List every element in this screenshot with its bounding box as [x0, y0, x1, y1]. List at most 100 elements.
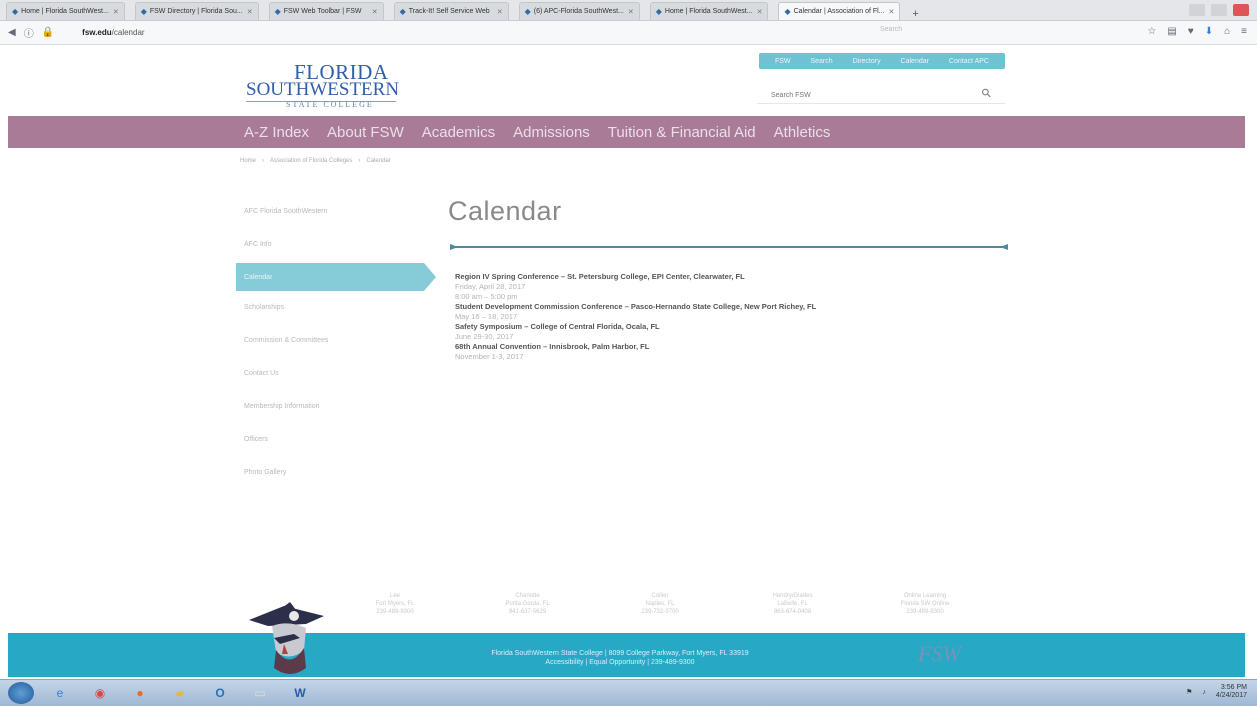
- main-nav-item[interactable]: A-Z Index: [244, 124, 309, 141]
- event-date: November 1-3, 2017: [455, 352, 524, 361]
- tab-close-icon[interactable]: ✕: [753, 8, 763, 16]
- tab-close-icon[interactable]: ✕: [109, 8, 119, 16]
- ie-icon[interactable]: e: [44, 682, 76, 704]
- breadcrumb-link[interactable]: Association of Florida Colleges: [270, 158, 352, 164]
- tab-label: (6) APC-Florida SouthWest...: [533, 8, 624, 15]
- chrome-icon[interactable]: ◉: [84, 682, 116, 704]
- document-icon[interactable]: ▭: [244, 682, 276, 704]
- utility-link[interactable]: Directory: [853, 58, 881, 65]
- main-nav-item[interactable]: Academics: [422, 124, 495, 141]
- sidebar-item[interactable]: Contact Us: [236, 357, 436, 390]
- breadcrumb-current: Calendar: [366, 158, 391, 164]
- outlook-icon[interactable]: O: [204, 682, 236, 704]
- minimize-button[interactable]: [1189, 4, 1205, 16]
- url-path: /calendar: [111, 28, 145, 37]
- title-divider: [450, 244, 1008, 250]
- browser-nav-bar: ◀ ⓘ 🔒 fsw.edu/calendar Search ☆ ▤ ♥ ⬇ ⌂ …: [0, 21, 1257, 45]
- event-title[interactable]: 68th Annual Convention – Innisbrook, Pal…: [455, 342, 1015, 352]
- browser-toolbar-icons: ☆ ▤ ♥ ⬇ ⌂ ≡: [1147, 26, 1247, 37]
- campus-info[interactable]: Collier Naples, FL 239-732-3700: [605, 592, 715, 626]
- tab-label: FSW Directory | Florida Sou...: [149, 8, 243, 15]
- tab-close-icon[interactable]: ✕: [624, 8, 634, 16]
- footer-links[interactable]: Accessibility | Equal Opportunity | 239-…: [440, 658, 800, 667]
- event-title[interactable]: Safety Symposium – College of Central Fl…: [455, 322, 1015, 332]
- sidebar-item[interactable]: Officers: [236, 423, 436, 456]
- browser-search-box[interactable]: Search: [800, 26, 1060, 40]
- search-icon[interactable]: ⚲: [979, 85, 995, 101]
- tray-flag-icon[interactable]: ⚑: [1186, 688, 1192, 696]
- logo-line-3: STATE COLLEGE: [286, 100, 374, 109]
- main-nav-item[interactable]: Athletics: [774, 124, 831, 141]
- firefox-icon[interactable]: ●: [124, 682, 156, 704]
- sidebar-item[interactable]: Photo Gallery: [236, 456, 436, 489]
- utility-links-bar: FSW Search Directory Calendar Contact AP…: [759, 53, 1005, 69]
- browser-tab[interactable]: ◆ Home | Florida SouthWest... ✕: [6, 2, 125, 20]
- tab-close-icon[interactable]: ✕: [493, 8, 503, 16]
- search-input[interactable]: [757, 86, 977, 105]
- event-title[interactable]: Student Development Commission Conferenc…: [455, 302, 1015, 312]
- back-arrow-icon[interactable]: ◀: [8, 27, 16, 38]
- tab-favicon-icon: ◆: [12, 7, 19, 16]
- main-nav-item[interactable]: Tuition & Financial Aid: [608, 124, 756, 141]
- utility-link[interactable]: Contact APC: [949, 58, 989, 65]
- event-date: June 29-30, 2017: [455, 332, 514, 341]
- breadcrumb-link[interactable]: Home: [240, 158, 256, 164]
- main-nav-item[interactable]: Admissions: [513, 124, 590, 141]
- footer-logo[interactable]: FSW: [918, 641, 961, 667]
- campus-info[interactable]: Lee Fort Myers, FL 239-489-9300: [340, 592, 450, 626]
- main-nav-item[interactable]: About FSW: [327, 124, 404, 141]
- footer-address: Florida SouthWestern State College | 809…: [491, 650, 749, 657]
- tab-label: Track-It! Self Service Web: [408, 8, 490, 15]
- campus-info[interactable]: Hendry/Glades LaBelle, FL 863-674-0408: [738, 592, 848, 626]
- windows-taskbar: e ◉ ● ▰ O ▭ W ⚑ ♪ 3:56 PM 4/24/2017: [0, 679, 1257, 706]
- tab-favicon-icon: ◆: [274, 7, 281, 16]
- page-title: Calendar: [448, 196, 562, 226]
- reading-list-icon[interactable]: ▤: [1167, 26, 1176, 37]
- url-bar[interactable]: fsw.edu/calendar: [82, 28, 144, 37]
- tab-close-icon[interactable]: ✕: [243, 8, 253, 16]
- browser-tab[interactable]: ◆ Track-It! Self Service Web ✕: [393, 2, 509, 20]
- sidebar-item[interactable]: Membership Information: [236, 390, 436, 423]
- tab-label: Calendar | Association of Fl...: [793, 8, 885, 15]
- browser-tab-active[interactable]: ◆ Calendar | Association of Fl... ✕: [778, 2, 901, 20]
- browser-tab[interactable]: ◆ (6) APC-Florida SouthWest... ✕: [518, 2, 640, 20]
- tab-close-icon[interactable]: ✕: [368, 8, 378, 16]
- sidebar-item[interactable]: Scholarships: [236, 291, 436, 324]
- sidebar-item-active[interactable]: Calendar: [236, 263, 436, 291]
- pocket-icon[interactable]: ♥: [1188, 26, 1194, 37]
- sidebar-item[interactable]: Commission & Committees: [236, 324, 436, 357]
- bookmark-star-icon[interactable]: ☆: [1147, 26, 1156, 37]
- lock-icon: 🔒: [41, 27, 55, 38]
- close-window-button[interactable]: [1233, 4, 1249, 16]
- utility-link[interactable]: FSW: [775, 58, 791, 65]
- utility-link[interactable]: Search: [810, 58, 832, 65]
- browser-tab[interactable]: ◆ FSW Web Toolbar | FSW ✕: [268, 2, 384, 20]
- folder-icon[interactable]: ▰: [164, 682, 196, 704]
- home-icon[interactable]: ⌂: [1224, 26, 1230, 37]
- site-search: ⚲: [757, 84, 1005, 105]
- menu-icon[interactable]: ≡: [1241, 26, 1247, 37]
- volume-icon[interactable]: ♪: [1202, 689, 1206, 696]
- maximize-button[interactable]: [1211, 4, 1227, 16]
- tab-favicon-icon: ◆: [399, 7, 406, 16]
- info-icon[interactable]: ⓘ: [24, 25, 34, 40]
- new-tab-button[interactable]: +: [912, 8, 918, 20]
- tab-close-icon[interactable]: ✕: [885, 8, 895, 16]
- clock[interactable]: 3:56 PM 4/24/2017: [1216, 684, 1247, 700]
- tab-label: Home | Florida SouthWest...: [21, 8, 109, 15]
- browser-tab[interactable]: ◆ Home | Florida SouthWest... ✕: [649, 2, 769, 20]
- event-item: Region IV Spring Conference – St. Peters…: [455, 272, 1015, 302]
- campus-info[interactable]: Charlotte Punta Gorda, FL 941-637-5629: [473, 592, 583, 626]
- campus-info[interactable]: Online Learning Florida SW Online 239-489-…: [870, 592, 980, 626]
- sidebar-nav: AFC Florida SouthWestern AFC Info Calend…: [236, 195, 436, 489]
- sidebar-item[interactable]: AFC Florida SouthWestern: [236, 195, 436, 228]
- browser-tab[interactable]: ◆ FSW Directory | Florida Sou... ✕: [134, 2, 259, 20]
- event-title[interactable]: Region IV Spring Conference – St. Peters…: [455, 272, 1015, 282]
- start-button[interactable]: [8, 682, 34, 704]
- sidebar-item[interactable]: AFC Info: [236, 228, 436, 261]
- download-icon[interactable]: ⬇: [1205, 26, 1213, 37]
- fsw-logo[interactable]: FLORIDA SOUTHWESTERN STATE COLLEGE: [246, 60, 399, 116]
- utility-link[interactable]: Calendar: [901, 58, 929, 65]
- word-icon[interactable]: W: [284, 682, 316, 704]
- event-item: 68th Annual Convention – Innisbrook, Pal…: [455, 342, 1015, 362]
